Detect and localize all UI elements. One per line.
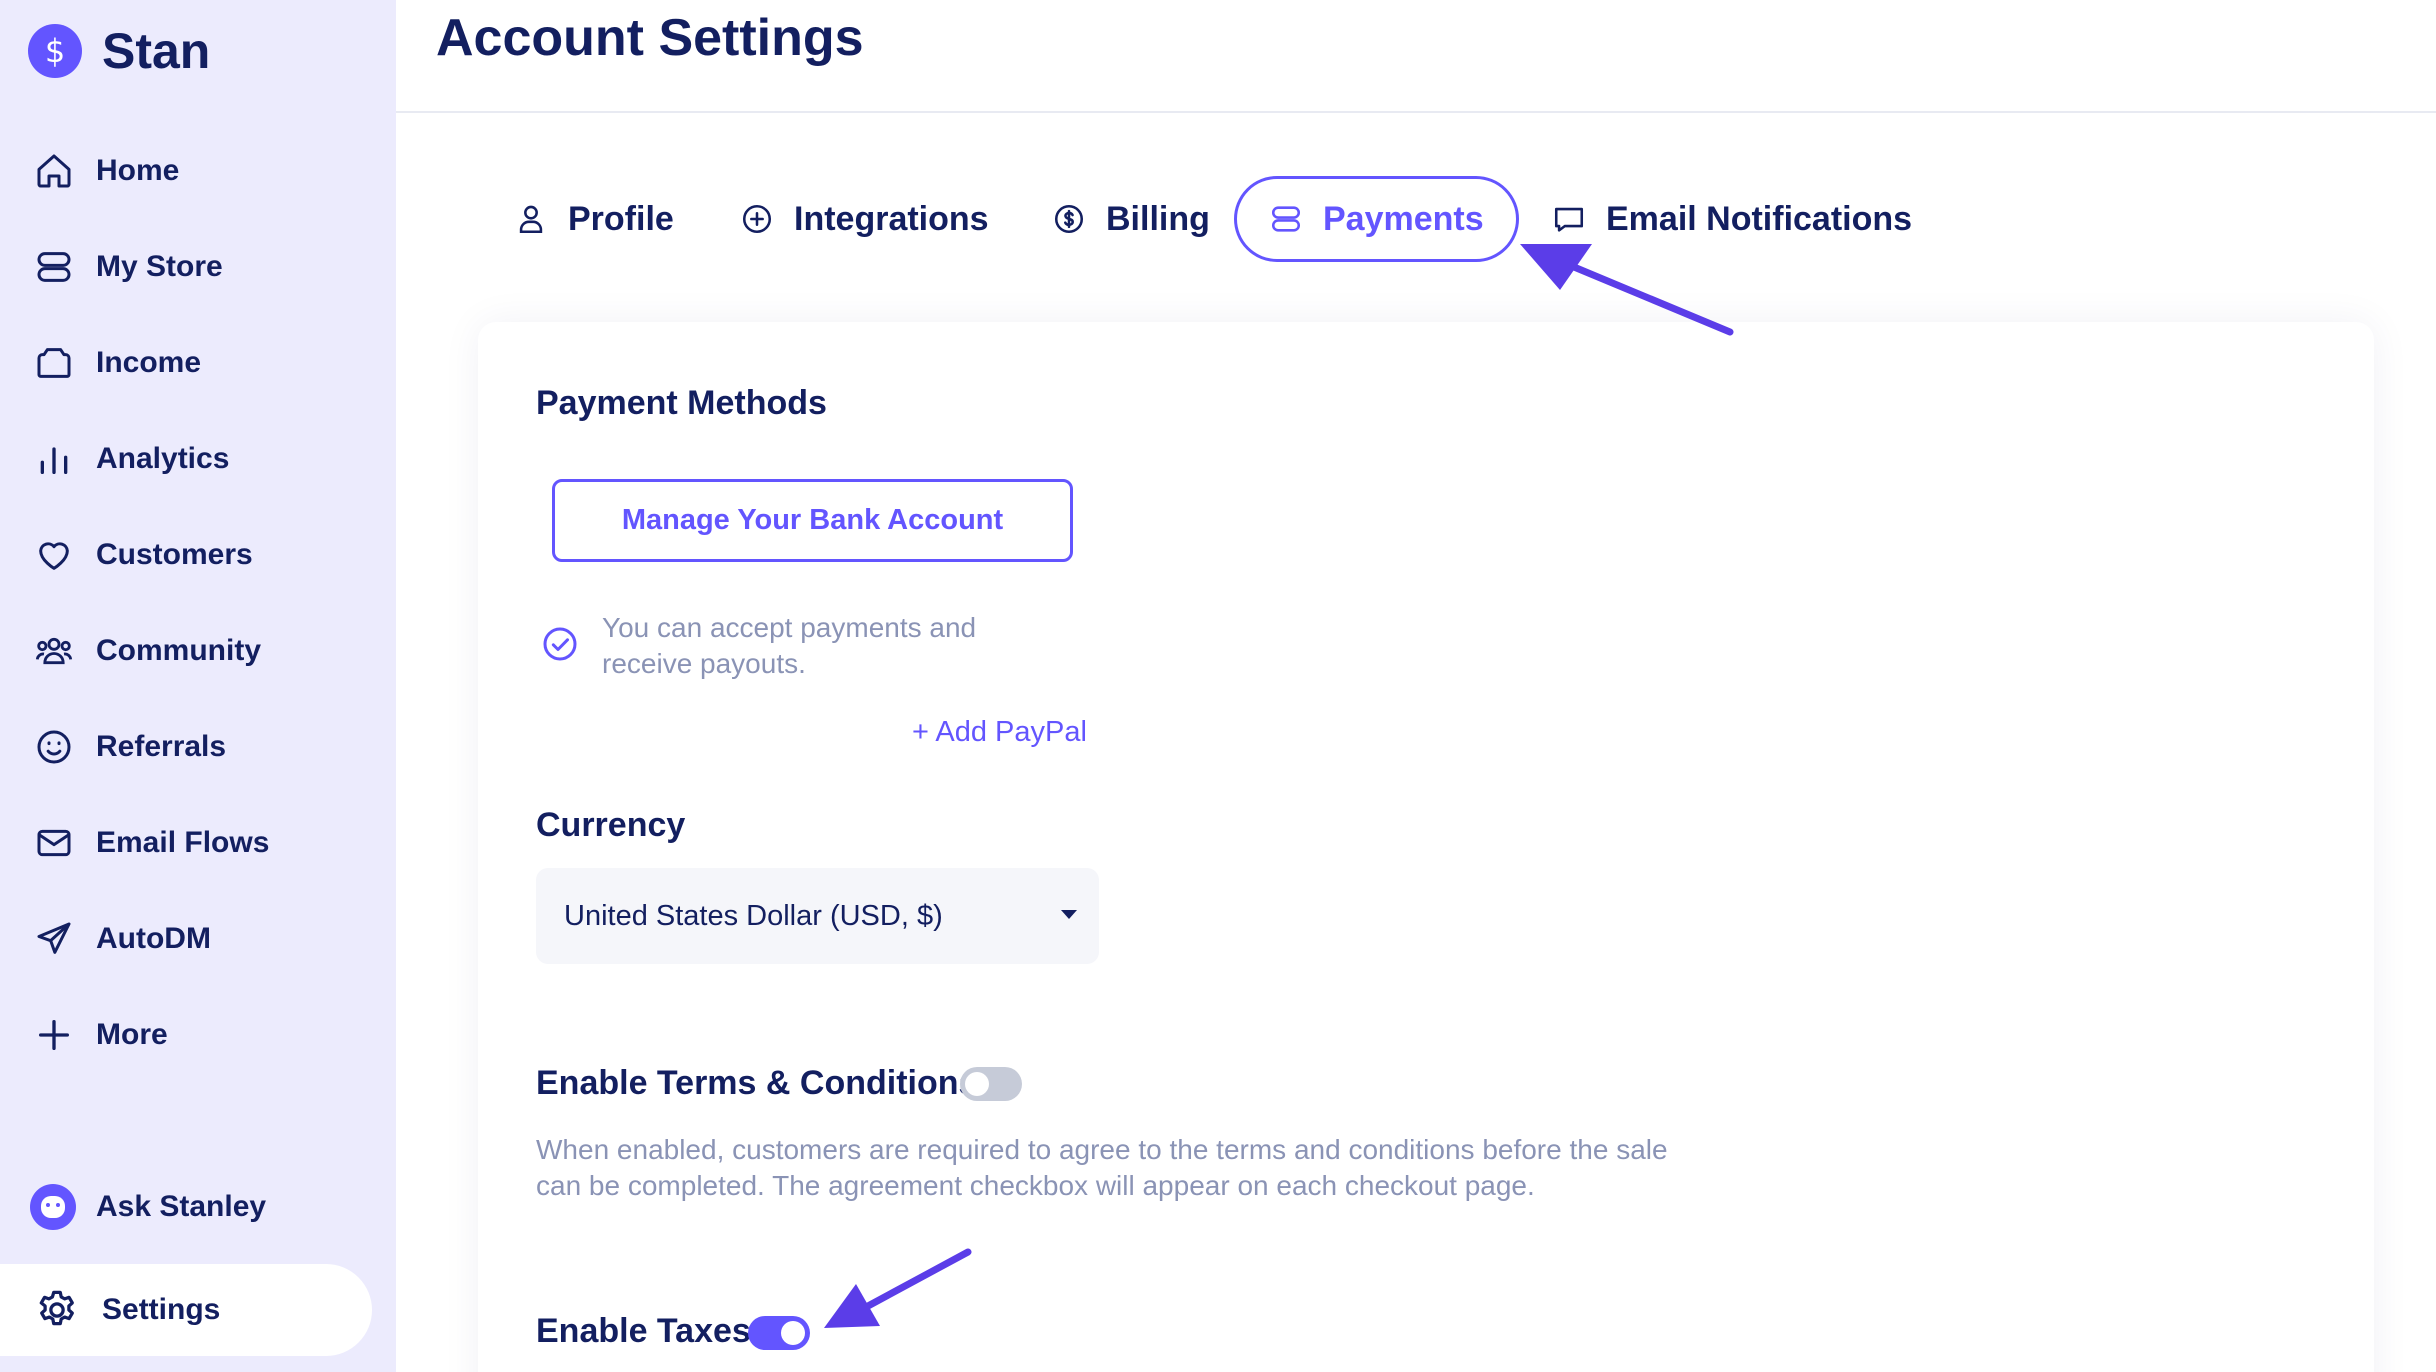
toggle-knob	[965, 1072, 989, 1096]
ask-stanley-button[interactable]: Ask Stanley	[30, 1184, 266, 1230]
gear-icon	[39, 1290, 74, 1326]
smiley-icon	[37, 730, 71, 764]
stan-logo-icon: $	[28, 24, 82, 78]
sidebar-item-label: Income	[96, 346, 202, 379]
people-icon	[35, 637, 73, 665]
sidebar-item-label: Analytics	[96, 442, 230, 475]
add-paypal-link[interactable]: + Add PayPal	[912, 716, 1087, 749]
sidebar-item-home[interactable]: Home	[34, 141, 179, 201]
tab-label: Payments	[1323, 199, 1484, 238]
page-header: Account Settings	[396, 0, 2436, 113]
tab-label: Integrations	[794, 199, 989, 238]
tab-label: Profile	[568, 199, 674, 238]
sidebar-item-label: Home	[96, 154, 180, 187]
toggle-knob	[781, 1321, 805, 1345]
terms-description: When enabled, customers are required to …	[536, 1134, 1668, 1201]
bar-chart-icon	[40, 447, 68, 474]
sidebar-item-label: AutoDM	[96, 922, 211, 955]
plus-icon	[39, 1020, 70, 1050]
sidebar-item-community[interactable]: Community	[34, 621, 261, 681]
plus-circle-icon	[742, 204, 772, 234]
payment-status: You can accept payments and receive payo…	[540, 610, 1072, 682]
taxes-title: Enable Taxes	[536, 1312, 751, 1350]
sidebar-item-label: Email Flows	[96, 826, 270, 859]
sidebar-item-label: My Store	[96, 250, 223, 283]
sidebar: $ Stan Home My Store Income Analytics Cu…	[0, 0, 396, 1372]
sidebar-item-label: Settings	[102, 1293, 221, 1326]
tab-email-notifications[interactable]: Email Notifications	[1552, 176, 1912, 262]
stanley-avatar-icon	[30, 1184, 76, 1230]
sidebar-item-income[interactable]: Income	[34, 333, 201, 393]
page-title: Account Settings	[436, 9, 864, 67]
sidebar-item-referrals[interactable]: Referrals	[34, 717, 226, 777]
sidebar-item-customers[interactable]: Customers	[34, 525, 253, 585]
caret-down-icon	[1061, 910, 1077, 919]
manage-bank-account-button[interactable]: Manage Your Bank Account	[552, 479, 1073, 562]
sidebar-item-analytics[interactable]: Analytics	[34, 429, 229, 489]
terms-title: Enable Terms & Conditions	[536, 1064, 978, 1102]
store-icon	[37, 252, 71, 282]
heart-icon	[39, 542, 69, 570]
tab-label: Billing	[1106, 199, 1210, 238]
home-icon	[37, 154, 71, 188]
sidebar-item-autodm[interactable]: AutoDM	[34, 909, 211, 969]
tab-billing[interactable]: Billing	[1052, 176, 1210, 262]
brand-name: Stan	[102, 23, 211, 79]
currency-select[interactable]: United States Dollar (USD, $)	[536, 868, 1099, 964]
send-icon	[37, 922, 71, 954]
tab-payments[interactable]: Payments	[1234, 176, 1519, 262]
sidebar-item-my-store[interactable]: My Store	[34, 237, 223, 297]
sidebar-item-label: Referrals	[96, 730, 227, 763]
payment-methods-title: Payment Methods	[536, 384, 827, 422]
sidebar-item-label: Community	[96, 634, 261, 667]
sidebar-item-label: Customers	[96, 538, 253, 571]
sidebar-item-more[interactable]: More	[34, 1005, 168, 1065]
check-circle-icon	[543, 627, 577, 661]
terms-toggle[interactable]	[960, 1067, 1022, 1101]
taxes-toggle[interactable]	[748, 1316, 810, 1350]
sidebar-item-label: More	[96, 1018, 168, 1051]
currency-title: Currency	[536, 806, 686, 844]
ask-stanley-label: Ask Stanley	[96, 1190, 267, 1223]
payments-icon	[1271, 206, 1301, 232]
tab-integrations[interactable]: Integrations	[740, 176, 989, 262]
chat-icon	[1554, 207, 1584, 232]
app-root: $ Stan Home My Store Income Analytics Cu…	[0, 0, 2436, 1372]
sidebar-item-settings[interactable]: Settings	[0, 1264, 372, 1356]
mail-icon	[37, 829, 71, 857]
dollar-circle-icon	[1054, 204, 1084, 234]
tab-label: Email Notifications	[1606, 199, 1913, 238]
sidebar-item-email-flows[interactable]: Email Flows	[34, 813, 269, 873]
brand[interactable]: $ Stan	[28, 22, 210, 80]
payment-status-text: You can accept payments and receive payo…	[602, 612, 977, 679]
user-icon	[519, 205, 543, 234]
currency-selected-value: United States Dollar (USD, $)	[564, 899, 943, 932]
wallet-icon	[37, 348, 71, 378]
tab-profile[interactable]: Profile	[514, 176, 674, 262]
